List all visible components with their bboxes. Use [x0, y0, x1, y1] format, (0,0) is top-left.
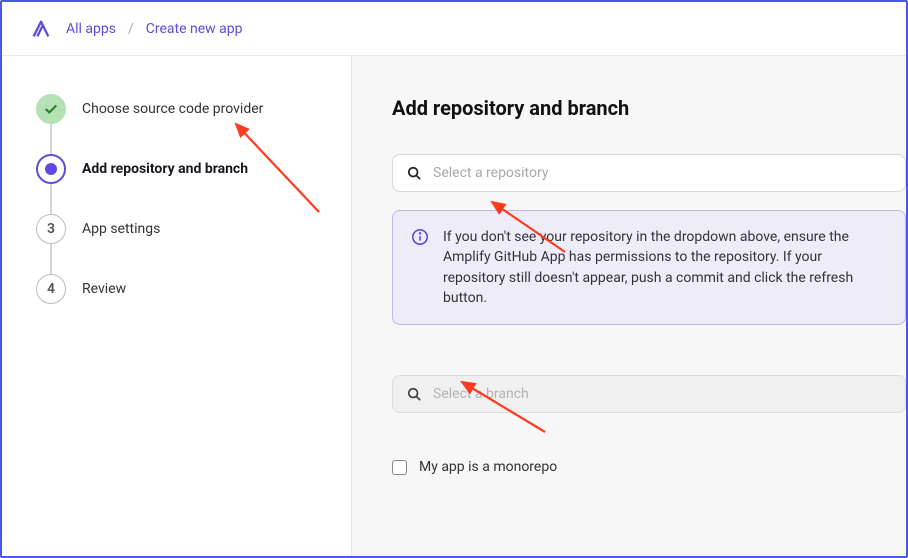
wizard-steps: Choose source code provider Add reposito… [36, 94, 331, 304]
sidebar: Choose source code provider Add reposito… [2, 56, 352, 556]
amplify-logo-icon [30, 18, 52, 40]
check-icon [36, 94, 66, 124]
monorepo-checkbox[interactable] [392, 460, 407, 475]
info-icon [411, 228, 429, 246]
step-review[interactable]: 4 Review [36, 274, 331, 304]
step-label: Review [82, 281, 126, 297]
step-app-settings[interactable]: 3 App settings [36, 214, 331, 274]
step-add-repository[interactable]: Add repository and branch [36, 154, 331, 214]
page-title: Add repository and branch [392, 96, 906, 120]
branch-select[interactable]: Select a branch [392, 375, 906, 413]
header: All apps / Create new app [2, 2, 906, 56]
breadcrumb-separator: / [128, 21, 134, 37]
info-message: If you don't see your repository in the … [443, 227, 887, 308]
info-alert: If you don't see your repository in the … [392, 210, 906, 325]
step-number: 3 [36, 214, 66, 244]
branch-placeholder: Select a branch [433, 386, 529, 402]
repository-select[interactable]: Select a repository [392, 154, 906, 192]
step-label: Add repository and branch [82, 161, 248, 177]
step-number: 4 [36, 274, 66, 304]
breadcrumb-all-apps[interactable]: All apps [66, 21, 116, 37]
search-icon [407, 387, 421, 401]
step-label: Choose source code provider [82, 101, 263, 117]
monorepo-checkbox-row[interactable]: My app is a monorepo [392, 459, 906, 475]
breadcrumb-create-new-app[interactable]: Create new app [146, 21, 243, 37]
repository-placeholder: Select a repository [433, 165, 548, 181]
main-panel: Add repository and branch Select a repos… [352, 56, 906, 556]
monorepo-label: My app is a monorepo [419, 459, 557, 475]
breadcrumb: All apps / Create new app [66, 21, 243, 37]
search-icon [407, 166, 421, 180]
step-label: App settings [82, 221, 160, 237]
active-step-icon [36, 154, 66, 184]
step-choose-source[interactable]: Choose source code provider [36, 94, 331, 154]
